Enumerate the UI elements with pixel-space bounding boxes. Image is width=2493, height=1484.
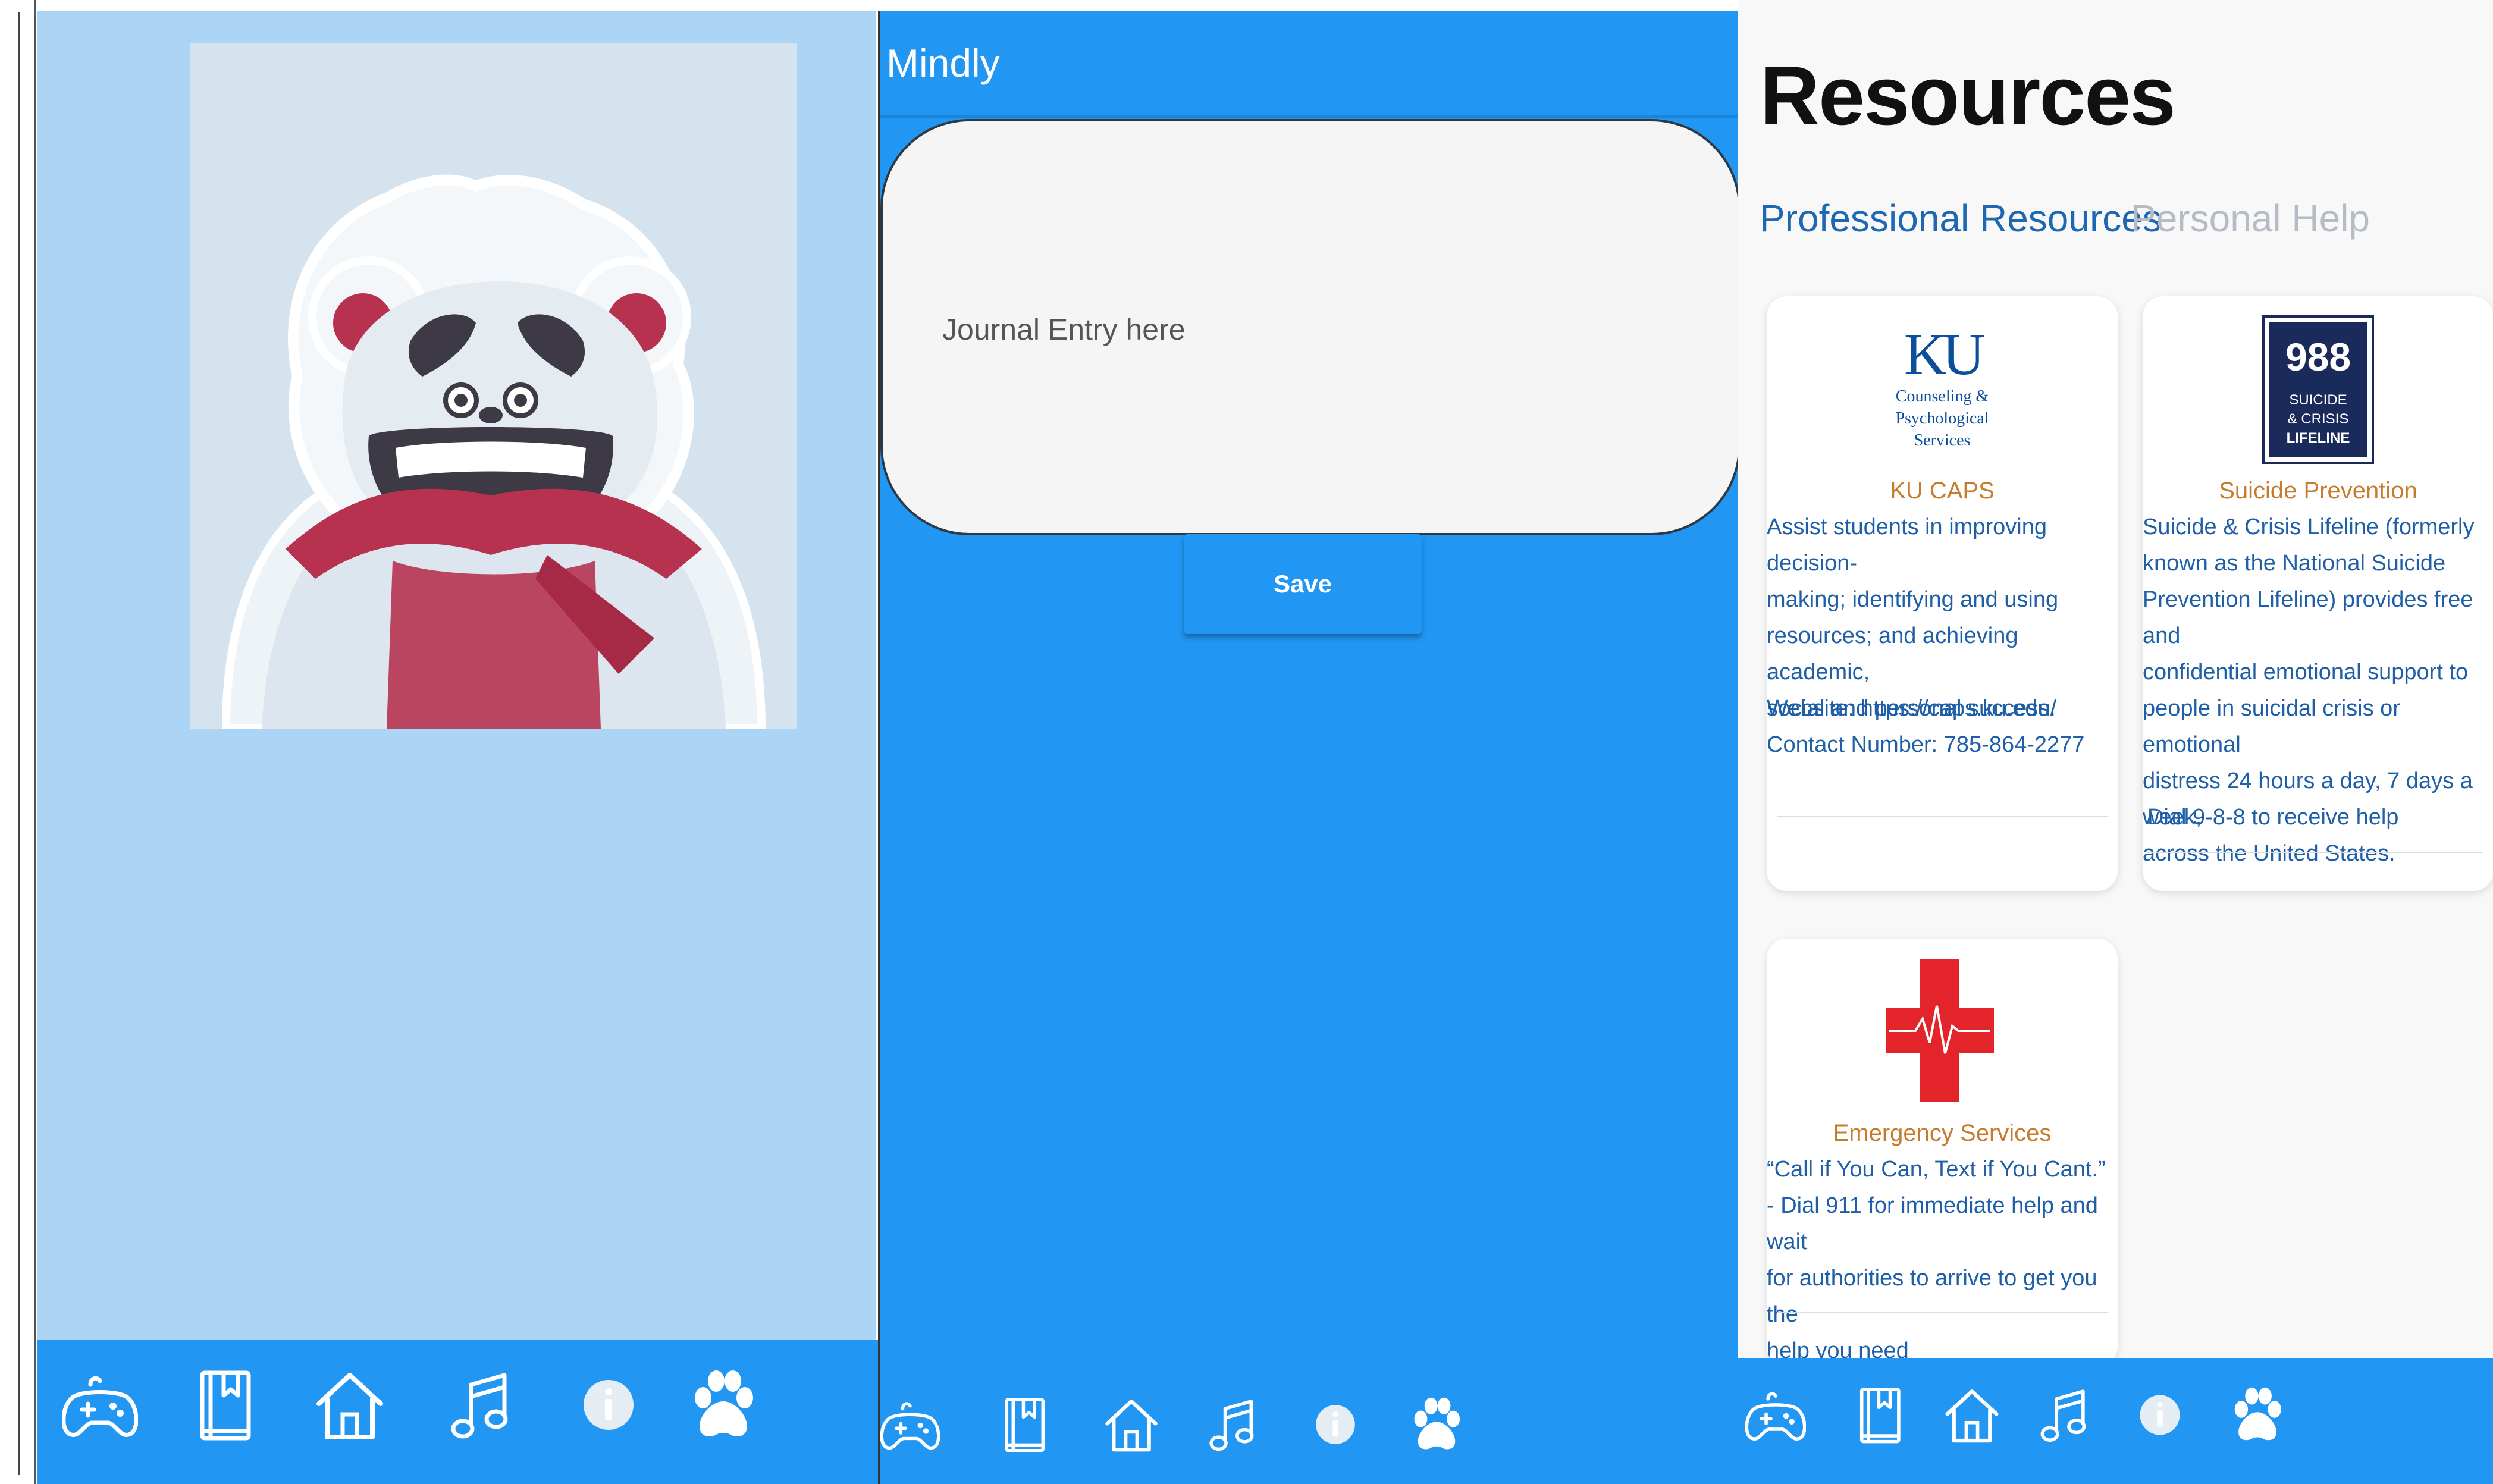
card-title: Emergency Services [1833,1120,2052,1146]
bottom-nav-bar [1738,1358,2493,1484]
paw-icon[interactable] [2227,1385,2288,1445]
resource-card-ku-caps[interactable]: KU Counseling & Psychological Services K… [1767,296,2118,891]
music-note-icon[interactable] [2034,1385,2094,1445]
resources-screen: Resources Professional Resources Persona… [1738,0,2493,1484]
bottom-nav-bar [37,1340,878,1484]
journal-entry-card [880,119,1741,535]
journal-book-icon[interactable] [1849,1385,1910,1445]
app-bar-divider [880,115,1741,118]
resource-card-suicide-prevention[interactable]: 988 SUICIDE & CRISIS LIFELINE Suicide Pr… [2143,296,2493,891]
pet-image [190,43,797,729]
card-divider [1777,816,2108,817]
journal-screen: Mindly Save [878,11,1741,1484]
ku-logo-mark: KU [1904,321,1985,387]
red-cross-heartbeat-icon [1886,959,1994,1102]
journal-entry-input[interactable] [942,300,1537,359]
paw-icon[interactable] [1407,1395,1466,1454]
music-note-icon[interactable] [1203,1395,1262,1454]
journal-book-icon[interactable] [187,1367,263,1443]
left-frame-line [18,12,20,1475]
card-description: “Call if You Can, Text if You Cant.” - D… [1767,1157,2106,1363]
journal-book-icon[interactable] [995,1395,1054,1454]
card-divider [2147,852,2483,853]
home-icon[interactable] [1102,1395,1161,1454]
info-icon[interactable] [1306,1395,1365,1454]
gamepad-icon[interactable] [880,1395,940,1454]
polar-bear-mascot-icon [221,174,766,729]
pet-screen [37,11,876,1484]
tab-personal-help[interactable]: Personal Help [2131,196,2370,240]
gamepad-icon[interactable] [1745,1385,1806,1445]
music-note-icon[interactable] [443,1367,519,1443]
app-title: Mindly [886,41,1000,85]
gamepad-icon[interactable] [62,1367,138,1443]
tab-professional-resources[interactable]: Professional Resources [1760,196,2162,240]
lifeline-988-logo: 988 SUICIDE & CRISIS LIFELINE [2262,315,2374,464]
info-icon[interactable] [2130,1385,2190,1445]
dial-988-action[interactable]: Dial 9-8-8 to receive help [2147,799,2398,836]
page-title: Resources [1760,49,2176,142]
ku-contact-number[interactable]: Contact Number: 785-864-2277 [1767,727,2084,763]
paw-icon[interactable] [685,1367,761,1443]
ku-logo-text: Counseling & Psychological Services [1895,387,1989,450]
bottom-nav-bar [880,1368,1738,1484]
save-button[interactable]: Save [1184,534,1422,634]
card-divider [1777,1312,2108,1313]
home-icon[interactable] [1942,1385,2002,1445]
info-icon[interactable] [570,1367,647,1443]
home-icon[interactable] [312,1367,388,1443]
card-title: Suicide Prevention [2219,478,2417,504]
card-title: KU CAPS [1890,478,1995,504]
ku-website-link[interactable]: Website: https://caps.ku.edu/ [1767,691,2056,727]
resource-card-emergency-services[interactable]: Emergency Services “Call if You Can, Tex… [1767,939,2118,1367]
